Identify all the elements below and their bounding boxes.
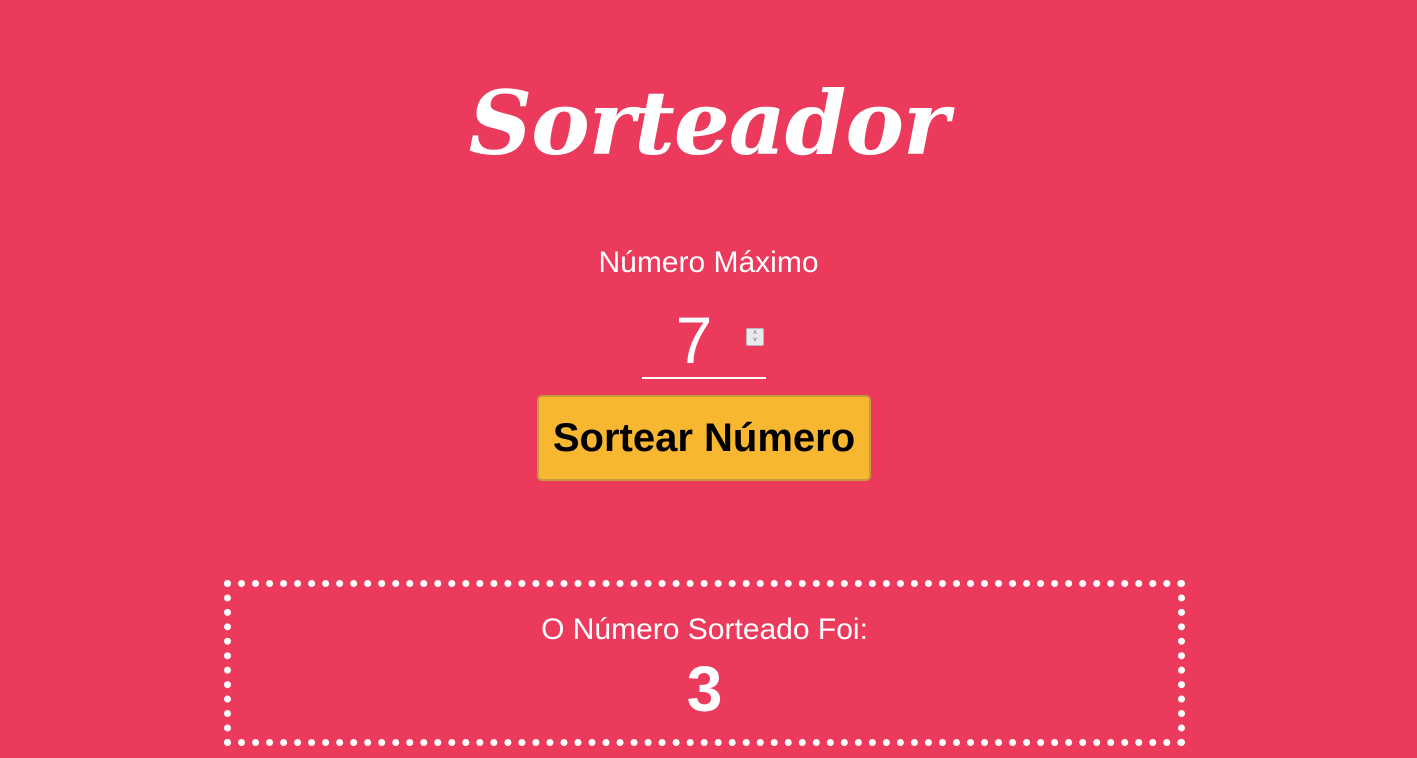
page-title: Sorteador (468, 71, 950, 175)
max-number-input[interactable]: 7 (642, 304, 746, 377)
max-number-field[interactable]: 7 ˄ ˅ (642, 304, 766, 379)
spinner-arrows-icon[interactable]: ˄ ˅ (746, 328, 764, 346)
result-label: O Número Sorteado Foi: (541, 613, 868, 646)
result-box: O Número Sorteado Foi: 3 (224, 580, 1185, 746)
drawn-number-value: 3 (686, 653, 723, 725)
draw-number-button[interactable]: Sortear Número (537, 395, 871, 481)
max-number-label: Número Máximo (598, 246, 819, 279)
chevron-down-icon[interactable]: ˅ (753, 337, 757, 344)
chevron-up-icon[interactable]: ˄ (753, 330, 757, 337)
